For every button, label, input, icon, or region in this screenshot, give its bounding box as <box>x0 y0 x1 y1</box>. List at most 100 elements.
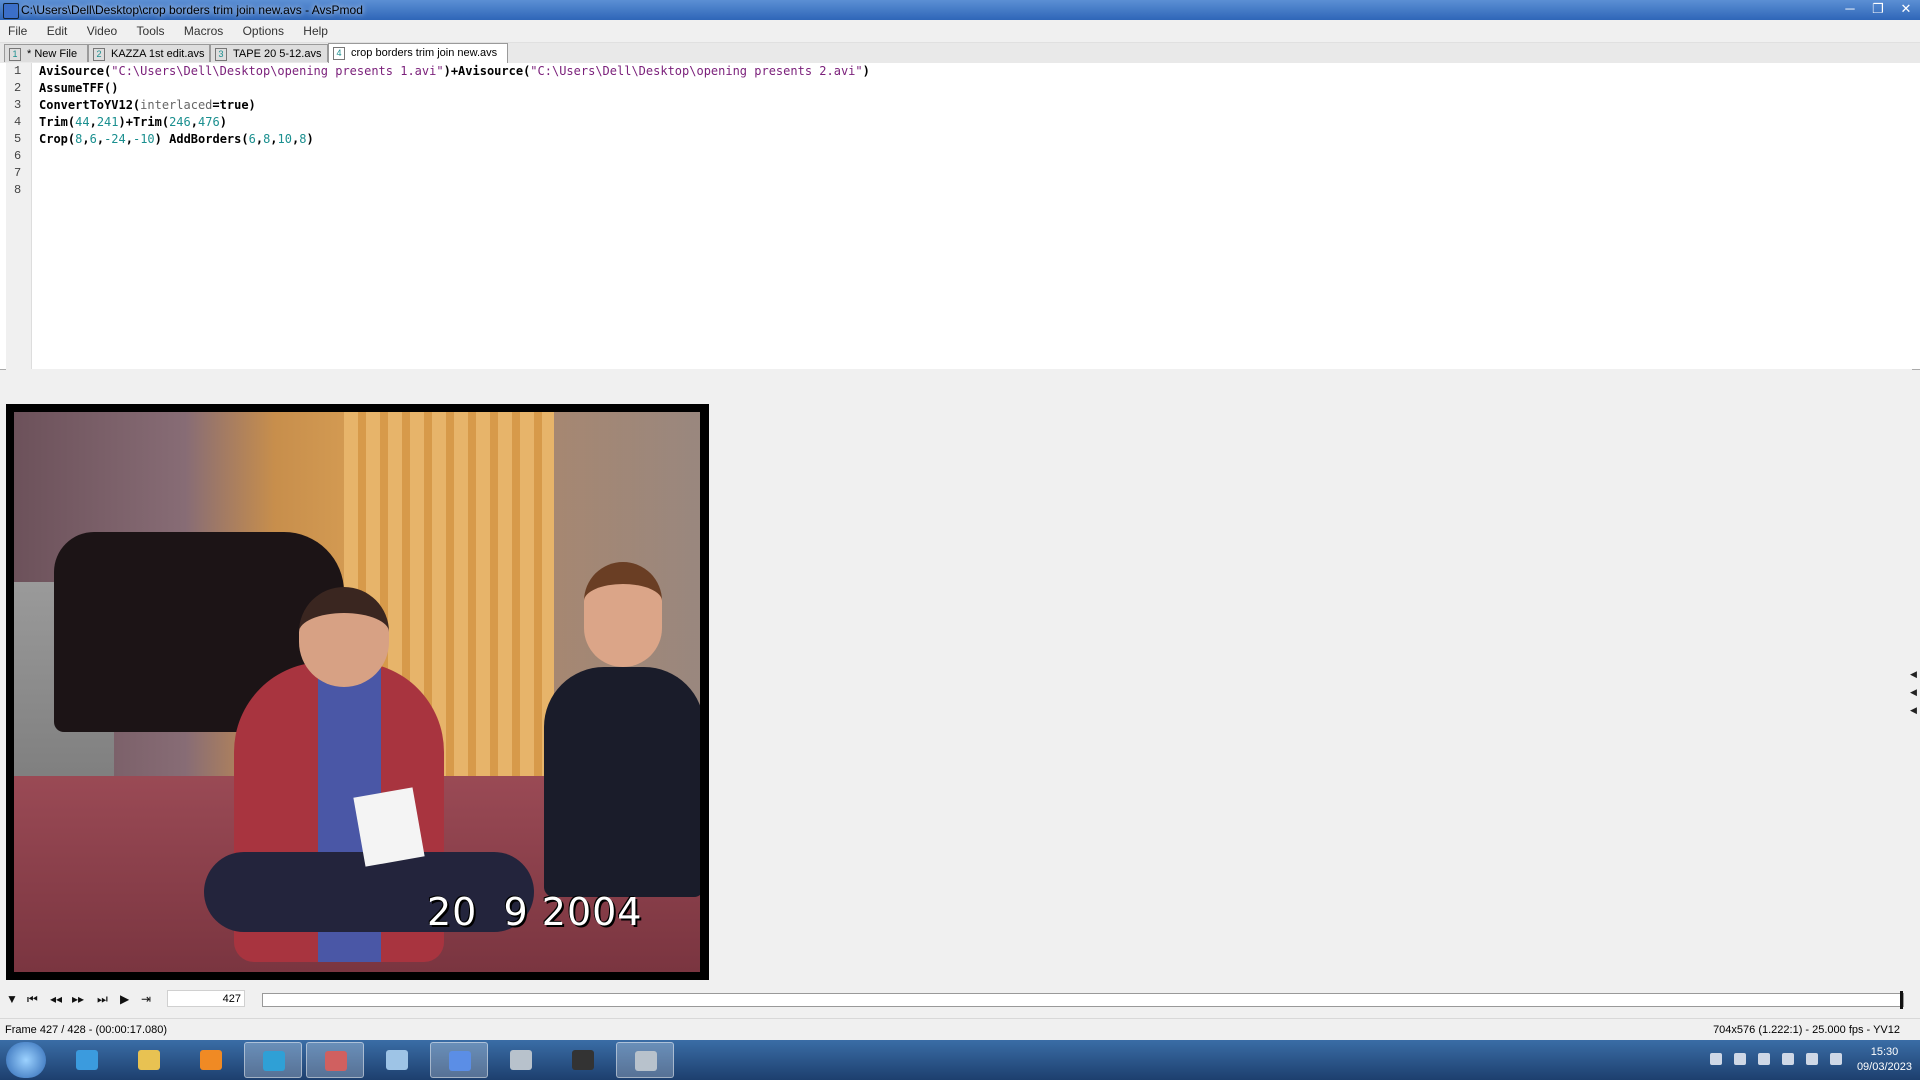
paint-icon <box>325 1051 347 1071</box>
avspmod-app-icon <box>3 3 19 19</box>
taskbar-app-button[interactable] <box>430 1042 488 1078</box>
code-token: interlaced <box>140 98 213 112</box>
line-number: 2 <box>14 81 22 95</box>
collapse-arrow-icon[interactable]: ◀ <box>1910 683 1920 701</box>
code-token: "C:\Users\Dell\Desktop\opening presents … <box>530 64 863 78</box>
menu-file[interactable]: File <box>0 20 35 42</box>
step-back-icon[interactable]: ◂◂ <box>50 992 62 1006</box>
video-clapper-icon <box>572 1050 594 1070</box>
taskbar-app-button[interactable] <box>182 1042 240 1078</box>
code-token: "C:\Users\Dell\Desktop\opening presents … <box>111 64 444 78</box>
timeline-handle[interactable] <box>1899 991 1903 1009</box>
taskbar-app-button[interactable] <box>554 1042 612 1078</box>
menu-tools[interactable]: Tools <box>129 20 173 42</box>
go-to-start-icon[interactable]: ⏮ <box>27 992 38 1007</box>
code-token: ) <box>248 98 256 112</box>
code-line[interactable] <box>39 148 870 165</box>
code-token: , <box>190 115 198 129</box>
volume-icon[interactable] <box>1830 1053 1842 1065</box>
tab-kazza-1st-edit[interactable]: 2 KAZZA 1st edit.avs <box>88 44 210 62</box>
go-to-frame-icon[interactable]: ⇥ <box>141 992 151 1006</box>
menu-options[interactable]: Options <box>235 20 292 42</box>
frame-number-input[interactable]: 427 <box>167 990 245 1007</box>
minimize-button[interactable]: ─ <box>1836 0 1864 18</box>
line-number-gutter: 1 2 3 4 5 6 7 8 <box>6 63 32 369</box>
tab-number: 1 <box>9 47 21 61</box>
code-token: ) AddBorders( <box>154 132 249 146</box>
collapse-arrow-icon[interactable]: ◀ <box>1910 665 1920 683</box>
code-token: 6 <box>89 132 97 146</box>
code-line[interactable]: Crop(8,6,-24,-10) AddBorders(6,8,10,8) <box>39 131 870 148</box>
code-token: , <box>125 132 133 146</box>
go-to-end-icon[interactable]: ⏭ <box>97 992 108 1007</box>
step-forward-icon[interactable]: ▸▸ <box>72 992 84 1006</box>
code-token: 241 <box>96 115 119 129</box>
code-line[interactable]: ConvertToYV12(interlaced=true) <box>39 97 870 114</box>
taskbar-app-button[interactable] <box>120 1042 178 1078</box>
line-number: 8 <box>14 183 22 197</box>
tab-new-file[interactable]: 1 * New File <box>4 44 88 62</box>
script-editor[interactable]: 12345678 AviSource("C:\Users\Dell\Deskto… <box>0 63 1920 385</box>
tab-label: crop borders trim join new.avs <box>351 47 498 59</box>
file-explorer-icon <box>138 1050 160 1070</box>
toggle-preview-icon[interactable]: ▼ <box>6 992 18 1006</box>
menu-edit[interactable]: Edit <box>39 20 76 42</box>
code-token: ) <box>306 132 314 146</box>
video-image: 20 9 2004 <box>14 412 700 972</box>
taskbar-app-button[interactable] <box>58 1042 116 1078</box>
code-line[interactable]: AssumeTFF() <box>39 80 870 97</box>
code-line[interactable]: AviSource("C:\Users\Dell\Desktop\opening… <box>39 63 870 80</box>
tab-number: 2 <box>93 47 105 61</box>
code-token: 246 <box>169 115 191 129</box>
menu-video[interactable]: Video <box>79 20 125 42</box>
code-token: 10 <box>277 132 292 146</box>
line-number: 6 <box>14 149 22 163</box>
line-number: 7 <box>14 166 22 180</box>
code-area[interactable]: AviSource("C:\Users\Dell\Desktop\opening… <box>39 63 870 199</box>
action-center-flag-icon[interactable] <box>1758 1053 1770 1065</box>
code-token: , <box>96 132 105 146</box>
code-token: 44 <box>75 115 90 129</box>
code-token: ) <box>862 64 870 78</box>
show-hidden-icons-icon[interactable] <box>1710 1053 1722 1065</box>
code-line[interactable] <box>39 165 870 182</box>
notepad-icon <box>386 1050 408 1070</box>
taskbar-app-button[interactable] <box>616 1042 674 1078</box>
taskbar-app-button[interactable] <box>368 1042 426 1078</box>
media-player-icon <box>200 1050 222 1070</box>
close-button[interactable]: ✕ <box>1892 0 1920 18</box>
tab-label: * New File <box>27 48 78 60</box>
code-token: 6 <box>248 132 256 146</box>
code-token: )+Trim( <box>118 115 170 129</box>
usb-device-icon[interactable] <box>1782 1053 1794 1065</box>
settings-gear-icon <box>635 1051 657 1071</box>
tab-label: KAZZA 1st edit.avs <box>111 48 205 60</box>
code-token: , <box>89 115 97 129</box>
taskbar-app-button[interactable] <box>306 1042 364 1078</box>
taskbar-app-button[interactable] <box>244 1042 302 1078</box>
taskbar-clock[interactable]: 15:30 09/03/2023 <box>1857 1045 1912 1075</box>
start-button[interactable] <box>6 1042 46 1078</box>
network-icon[interactable] <box>1734 1053 1746 1065</box>
line-number: 3 <box>14 98 22 112</box>
menu-help[interactable]: Help <box>295 20 336 42</box>
side-collapse-arrows[interactable]: ◀ ◀ ◀ <box>1910 665 1920 719</box>
video-info-status: 704x576 (1.222:1) - 25.000 fps - YV12 <box>1713 1024 1900 1036</box>
tab-tape-20[interactable]: 3 TAPE 20 5-12.avs <box>210 44 328 62</box>
tab-crop-borders-trim-join[interactable]: 4 crop borders trim join new.avs <box>328 43 508 63</box>
signal-icon[interactable] <box>1806 1053 1818 1065</box>
code-line[interactable] <box>39 182 870 199</box>
maximize-button[interactable]: ❐ <box>1864 0 1892 18</box>
collapse-arrow-icon[interactable]: ◀ <box>1910 701 1920 719</box>
code-line[interactable]: Trim(44,241)+Trim(246,476) <box>39 114 870 131</box>
code-token: , <box>270 132 278 146</box>
code-token: 476 <box>198 115 220 129</box>
timeline-slider[interactable] <box>262 991 1904 1009</box>
windows-taskbar: 15:30 09/03/2023 <box>0 1040 1920 1080</box>
play-icon[interactable]: ▶ <box>120 992 129 1006</box>
menu-macros[interactable]: Macros <box>176 20 231 42</box>
tab-number: 3 <box>215 47 227 61</box>
video-frame[interactable]: 20 9 2004 <box>6 404 709 980</box>
taskbar-app-button[interactable] <box>492 1042 550 1078</box>
avspmod-icon <box>449 1051 471 1071</box>
